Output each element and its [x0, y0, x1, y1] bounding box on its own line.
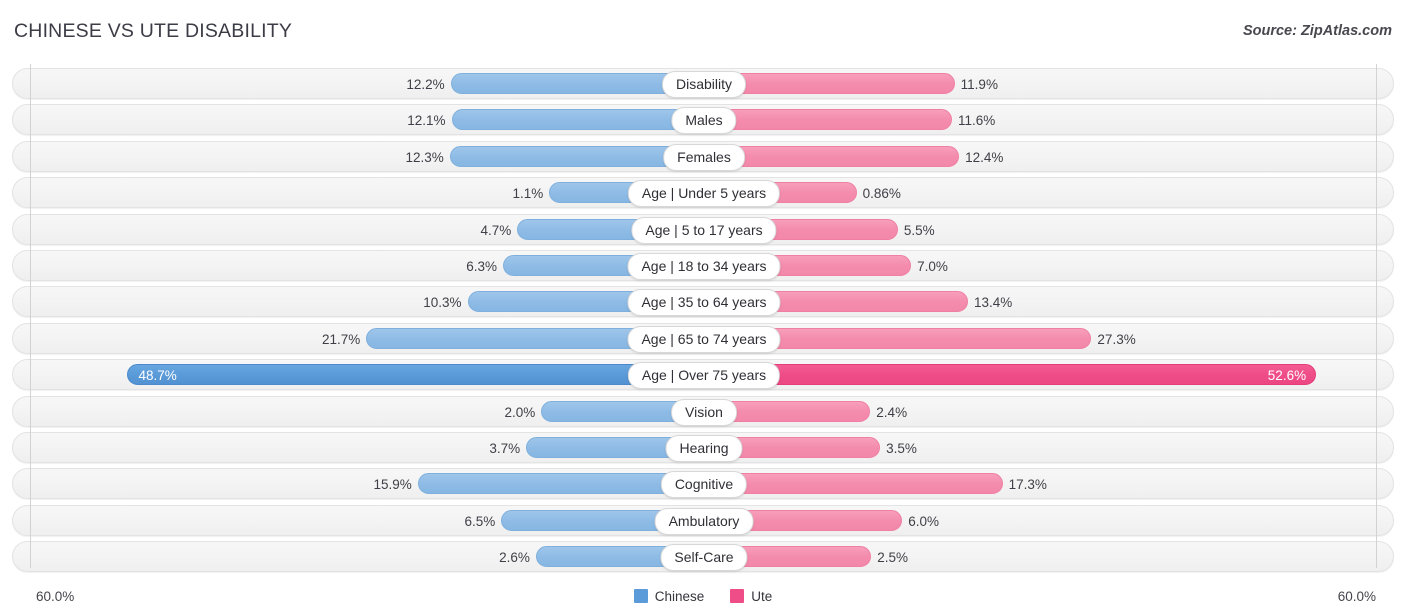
chart-legend: Chinese Ute [0, 589, 1406, 604]
table-row[interactable]: 1.1% 0.86% Age | Under 5 years [12, 177, 1394, 209]
legend-label-ute: Ute [751, 589, 773, 604]
table-row[interactable]: 12.2% 11.9% Disability [12, 68, 1394, 99]
category-label: Age | 35 to 64 years [627, 289, 781, 317]
legend-item-ute[interactable]: Ute [730, 589, 772, 604]
table-row[interactable]: 15.9% 17.3% Cognitive [12, 468, 1394, 500]
legend-item-chinese[interactable]: Chinese [633, 589, 705, 604]
table-row[interactable]: 3.7% 3.5% Hearing [12, 432, 1394, 463]
row-inner: 12.2% 11.9% Disability [13, 69, 1393, 98]
category-label: Males [671, 107, 737, 135]
value-label-chinese: 12.2% [406, 77, 445, 92]
category-label: Age | 5 to 17 years [631, 216, 777, 244]
value-label-ute: 6.0% [908, 513, 940, 529]
row-inner: 2.0% 2.4% Vision [13, 397, 1393, 426]
value-label-chinese: 6.5% [464, 513, 496, 529]
value-label-chinese: 3.7% [489, 441, 521, 456]
value-label-chinese: 2.6% [499, 550, 530, 566]
category-label: Vision [671, 398, 737, 426]
category-label: Females [663, 143, 745, 171]
value-label-ute: 5.5% [903, 222, 935, 238]
value-label-ute: 0.86% [862, 186, 901, 202]
value-label-chinese: 15.9% [373, 477, 412, 493]
value-label-ute: 12.4% [965, 149, 1004, 165]
row-inner: 1.1% 0.86% Age | Under 5 years [13, 178, 1393, 208]
value-label-ute: 2.5% [877, 550, 908, 566]
value-label-chinese: 6.3% [466, 259, 498, 274]
table-row[interactable]: 2.0% 2.4% Vision [12, 395, 1394, 427]
legend-swatch-ute-icon [730, 589, 745, 603]
value-label-chinese: 2.0% [504, 404, 536, 420]
category-label: Age | Over 75 years [627, 362, 781, 390]
table-row[interactable]: 12.3% 12.4% Females [12, 140, 1394, 172]
value-label-ute: 17.3% [1008, 477, 1047, 493]
row-inner: 15.9% 17.3% Cognitive [13, 469, 1393, 499]
table-row[interactable]: 21.7% 27.3% Age | 65 to 74 years [12, 322, 1394, 354]
value-label-ute: 52.6% [1267, 368, 1307, 384]
category-label: Hearing [665, 435, 743, 462]
category-label: Age | 65 to 74 years [627, 325, 781, 353]
bar-ute[interactable] [704, 109, 952, 131]
bar-ute[interactable] [704, 473, 1003, 495]
chart-root: CHINESE VS UTE DISABILITY Source: ZipAtl… [0, 0, 1406, 612]
value-label-chinese: 4.7% [480, 222, 512, 238]
value-label-chinese: 48.7% [138, 368, 177, 384]
value-label-chinese: 12.1% [407, 113, 446, 129]
value-label-ute: 7.0% [917, 259, 948, 274]
value-label-ute: 27.3% [1097, 331, 1136, 347]
row-inner: 48.7% 52.6% Age | Over 75 years [13, 360, 1393, 390]
value-label-chinese: 21.7% [322, 331, 361, 347]
table-row[interactable]: 6.5% 6.0% Ambulatory [12, 504, 1394, 536]
value-label-ute: 11.9% [960, 77, 998, 92]
category-label: Self-Care [660, 544, 748, 572]
table-row[interactable]: 48.7% 52.6% Age | Over 75 years [12, 359, 1394, 391]
page-title: CHINESE VS UTE DISABILITY [14, 20, 293, 42]
value-label-ute: 13.4% [973, 295, 1013, 311]
value-label-ute: 11.6% [958, 113, 996, 129]
source-attribution: Source: ZipAtlas.com [1242, 23, 1392, 39]
table-row[interactable]: 2.6% 2.5% Self-Care [12, 541, 1394, 573]
row-inner: 10.3% 13.4% Age | 35 to 64 years [13, 287, 1393, 317]
category-label: Cognitive [660, 471, 748, 499]
row-inner: 6.5% 6.0% Ambulatory [13, 506, 1393, 535]
table-row[interactable]: 12.1% 11.6% Males [12, 104, 1394, 136]
value-label-chinese: 12.3% [405, 149, 444, 165]
table-row[interactable]: 6.3% 7.0% Age | 18 to 34 years [12, 250, 1394, 281]
row-inner: 4.7% 5.5% Age | 5 to 17 years [13, 215, 1393, 244]
row-inner: 21.7% 27.3% Age | 65 to 74 years [13, 324, 1393, 353]
category-label: Age | Under 5 years [627, 180, 781, 208]
row-inner: 12.1% 11.6% Males [13, 105, 1393, 135]
value-label-ute: 3.5% [886, 441, 917, 456]
category-label: Ambulatory [654, 507, 754, 535]
legend-swatch-chinese-icon [633, 589, 648, 603]
value-label-chinese: 1.1% [512, 186, 544, 202]
bar-chinese[interactable] [451, 109, 704, 131]
row-inner: 2.6% 2.5% Self-Care [13, 542, 1393, 572]
category-label: Disability [661, 71, 747, 98]
row-inner: 6.3% 7.0% Age | 18 to 34 years [13, 251, 1393, 280]
category-label: Age | 18 to 34 years [627, 253, 781, 280]
legend-label-chinese: Chinese [654, 589, 705, 604]
plot-area: 12.2% 11.9% Disability 12.1% 11.6% Males 12.3%… [0, 64, 1406, 574]
row-inner: 3.7% 3.5% Hearing [13, 433, 1393, 462]
value-label-ute: 2.4% [876, 404, 908, 420]
chart-rows: 12.2% 11.9% Disability 12.1% 11.6% Males 12.3%… [0, 64, 1406, 574]
value-label-chinese: 10.3% [423, 295, 462, 311]
row-inner: 12.3% 12.4% Females [13, 142, 1393, 171]
table-row[interactable]: 10.3% 13.4% Age | 35 to 64 years [12, 286, 1394, 318]
table-row[interactable]: 4.7% 5.5% Age | 5 to 17 years [12, 213, 1394, 245]
